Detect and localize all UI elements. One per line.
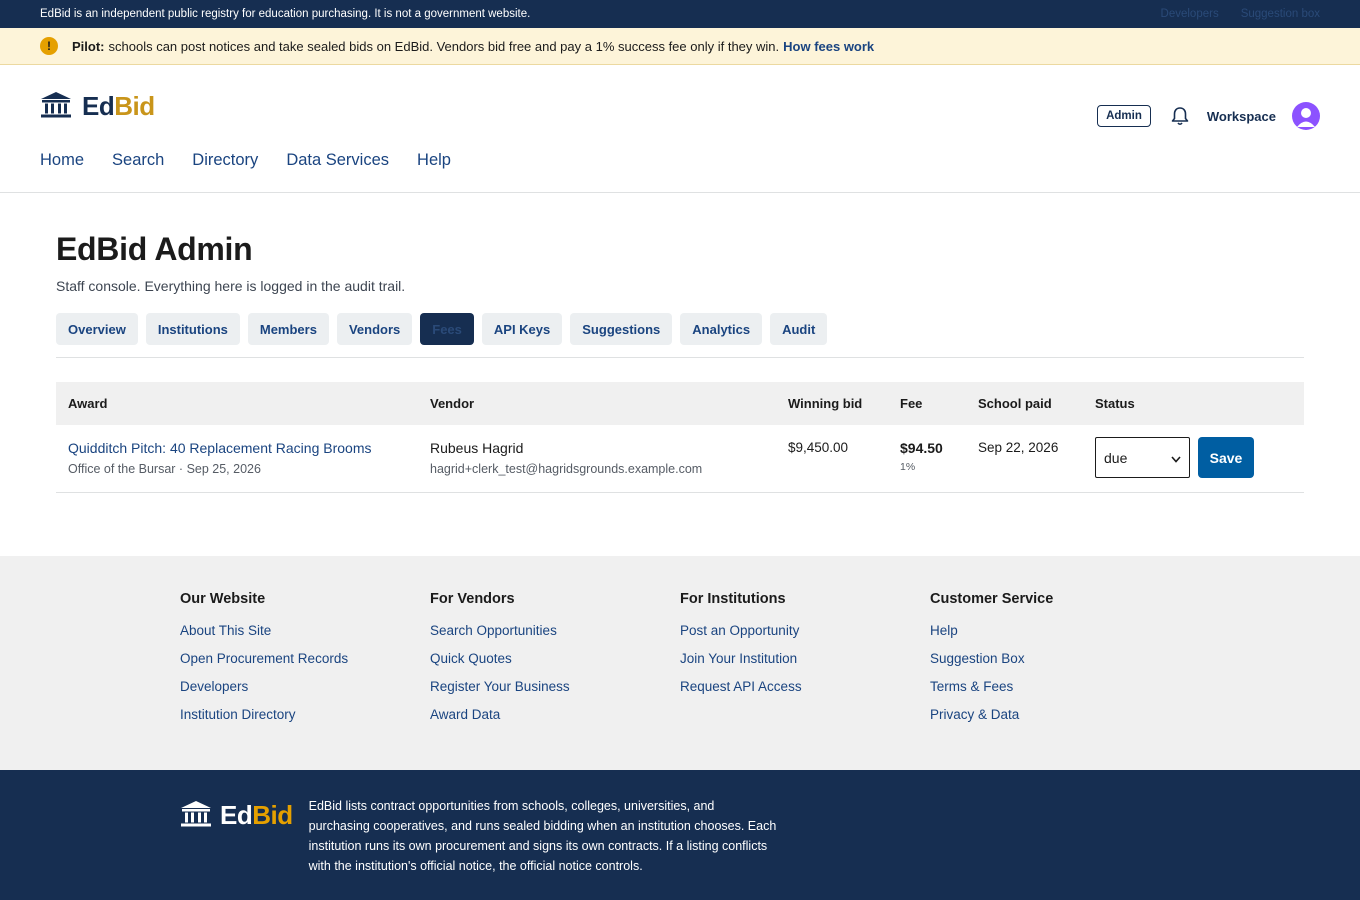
tab-institutions[interactable]: Institutions bbox=[145, 313, 240, 345]
school-paid-date: Sep 22, 2026 bbox=[978, 440, 1059, 455]
tab-api-keys[interactable]: API Keys bbox=[481, 313, 563, 345]
footer-col-title: For Institutions bbox=[680, 591, 786, 607]
tab-fees[interactable]: Fees bbox=[420, 313, 474, 345]
tab-analytics[interactable]: Analytics bbox=[680, 313, 763, 345]
footer-col-title: Our Website bbox=[180, 591, 266, 607]
how-fees-work-link[interactable]: How fees work bbox=[783, 39, 874, 54]
footer-logo[interactable]: EdBid bbox=[180, 799, 293, 831]
site-logo[interactable]: EdBid bbox=[40, 91, 155, 122]
col-award-header: Award bbox=[68, 396, 108, 411]
main-nav: Home Search Directory Data Services Help bbox=[40, 151, 451, 170]
footer-link[interactable]: Suggestion Box bbox=[930, 651, 1180, 666]
footer-link[interactable]: Institution Directory bbox=[180, 707, 430, 722]
nav-home[interactable]: Home bbox=[40, 151, 84, 170]
tab-members[interactable]: Members bbox=[247, 313, 329, 345]
pilot-text: schools can post notices and take sealed… bbox=[108, 38, 780, 54]
page-subtitle: Staff console. Everything here is logged… bbox=[56, 278, 406, 294]
official-notice-bar: EdBid is an independent public registry … bbox=[0, 0, 1360, 28]
footer-col-for-institutions: For Institutions Post an Opportunity Joi… bbox=[680, 591, 930, 770]
footer-col-for-vendors: For Vendors Search Opportunities Quick Q… bbox=[430, 591, 680, 770]
nav-data-services[interactable]: Data Services bbox=[286, 151, 389, 170]
winning-bid-value: $9,450.00 bbox=[788, 440, 849, 455]
footer-link[interactable]: About This Site bbox=[180, 623, 430, 638]
institution-icon bbox=[40, 91, 72, 122]
vendor-email: hagrid+clerk_test@hagridsgrounds.example… bbox=[430, 462, 703, 476]
topbar-links: Developers Suggestion box bbox=[1161, 8, 1320, 20]
admin-main: EdBid Admin Staff console. Everything he… bbox=[0, 193, 1360, 556]
footer-link[interactable]: Post an Opportunity bbox=[680, 623, 930, 638]
topbar-developers-link[interactable]: Developers bbox=[1161, 8, 1219, 20]
footer-link[interactable]: Terms & Fees bbox=[930, 679, 1180, 694]
status-value: due bbox=[1104, 449, 1128, 466]
footer-identity: EdBid EdBid lists contract opportunities… bbox=[0, 770, 1360, 900]
nav-directory[interactable]: Directory bbox=[192, 151, 258, 170]
save-button[interactable]: Save bbox=[1198, 437, 1254, 478]
header-actions: Admin Workspace bbox=[1097, 102, 1320, 130]
footer-link[interactable]: Quick Quotes bbox=[430, 651, 680, 666]
tab-vendors[interactable]: Vendors bbox=[336, 313, 413, 345]
bell-icon[interactable] bbox=[1169, 105, 1191, 127]
award-meta: Office of the Bursar · Sep 25, 2026 bbox=[68, 462, 261, 476]
footer-col-title: For Vendors bbox=[430, 591, 515, 607]
col-school-paid-header: School paid bbox=[978, 396, 1052, 411]
notice-text: EdBid is an independent public registry … bbox=[40, 8, 531, 20]
admin-tabs: Overview Institutions Members Vendors Fe… bbox=[56, 313, 1304, 358]
footer-link[interactable]: Register Your Business bbox=[430, 679, 680, 694]
footer-link[interactable]: Request API Access bbox=[680, 679, 930, 694]
logo-wordmark: EdBid bbox=[82, 91, 155, 121]
col-winning-bid-header: Winning bid bbox=[788, 396, 863, 411]
pilot-label: Pilot: bbox=[72, 38, 105, 54]
nav-help[interactable]: Help bbox=[417, 151, 451, 170]
footer-col-customer-service: Customer Service Help Suggestion Box Ter… bbox=[930, 591, 1180, 770]
user-avatar-icon[interactable] bbox=[1292, 102, 1320, 130]
award-link[interactable]: Quidditch Pitch: 40 Replacement Racing B… bbox=[68, 440, 371, 456]
warning-icon: ! bbox=[40, 37, 58, 55]
footer-link[interactable]: Search Opportunities bbox=[430, 623, 680, 638]
vendor-cell: Rubeus Hagrid hagrid+clerk_test@hagridsg… bbox=[430, 425, 788, 492]
fees-table: Award Vendor Winning bid Fee School paid… bbox=[56, 382, 1304, 493]
fee-cell: $94.50 1% bbox=[900, 425, 978, 492]
footer-col-title: Customer Service bbox=[930, 591, 1054, 607]
award-cell: Quidditch Pitch: 40 Replacement Racing B… bbox=[56, 425, 430, 492]
footer-about-text: EdBid lists contract opportunities from … bbox=[308, 799, 777, 873]
status-cell: due Save bbox=[1095, 425, 1304, 492]
tab-suggestions[interactable]: Suggestions bbox=[570, 313, 673, 345]
workspace-link[interactable]: Workspace bbox=[1207, 109, 1276, 124]
footer-col-our-website: Our Website About This Site Open Procure… bbox=[180, 591, 430, 770]
site-header: EdBid Home Search Directory Data Service… bbox=[0, 65, 1360, 193]
footer-link[interactable]: Open Procurement Records bbox=[180, 651, 430, 666]
status-select[interactable]: due bbox=[1095, 437, 1190, 478]
tab-audit[interactable]: Audit bbox=[770, 313, 828, 345]
page-title: EdBid Admin bbox=[56, 231, 253, 267]
footer-link[interactable]: Join Your Institution bbox=[680, 651, 930, 666]
fee-amount: $94.50 bbox=[900, 440, 943, 456]
pilot-banner: ! Pilot: schools can post notices and ta… bbox=[0, 28, 1360, 65]
footer-link[interactable]: Help bbox=[930, 623, 1180, 638]
table-header: Award Vendor Winning bid Fee School paid… bbox=[56, 382, 1304, 425]
nav-search[interactable]: Search bbox=[112, 151, 164, 170]
col-status-header: Status bbox=[1095, 396, 1135, 411]
footer-link[interactable]: Privacy & Data bbox=[930, 707, 1180, 722]
col-fee-header: Fee bbox=[900, 396, 923, 411]
tab-overview[interactable]: Overview bbox=[56, 313, 138, 345]
footer-wordmark: EdBid bbox=[220, 799, 293, 830]
footer-links: Our Website About This Site Open Procure… bbox=[0, 556, 1360, 770]
fee-percent: 1% bbox=[900, 461, 916, 473]
footer-link[interactable]: Award Data bbox=[430, 707, 680, 722]
vendor-name: Rubeus Hagrid bbox=[430, 440, 524, 456]
admin-badge[interactable]: Admin bbox=[1097, 105, 1151, 127]
table-row: Quidditch Pitch: 40 Replacement Racing B… bbox=[56, 425, 1304, 493]
institution-icon bbox=[180, 800, 212, 831]
footer-link[interactable]: Developers bbox=[180, 679, 430, 694]
col-vendor-header: Vendor bbox=[430, 396, 475, 411]
chevron-down-icon bbox=[1171, 450, 1181, 466]
topbar-suggestion-link[interactable]: Suggestion box bbox=[1241, 8, 1320, 20]
